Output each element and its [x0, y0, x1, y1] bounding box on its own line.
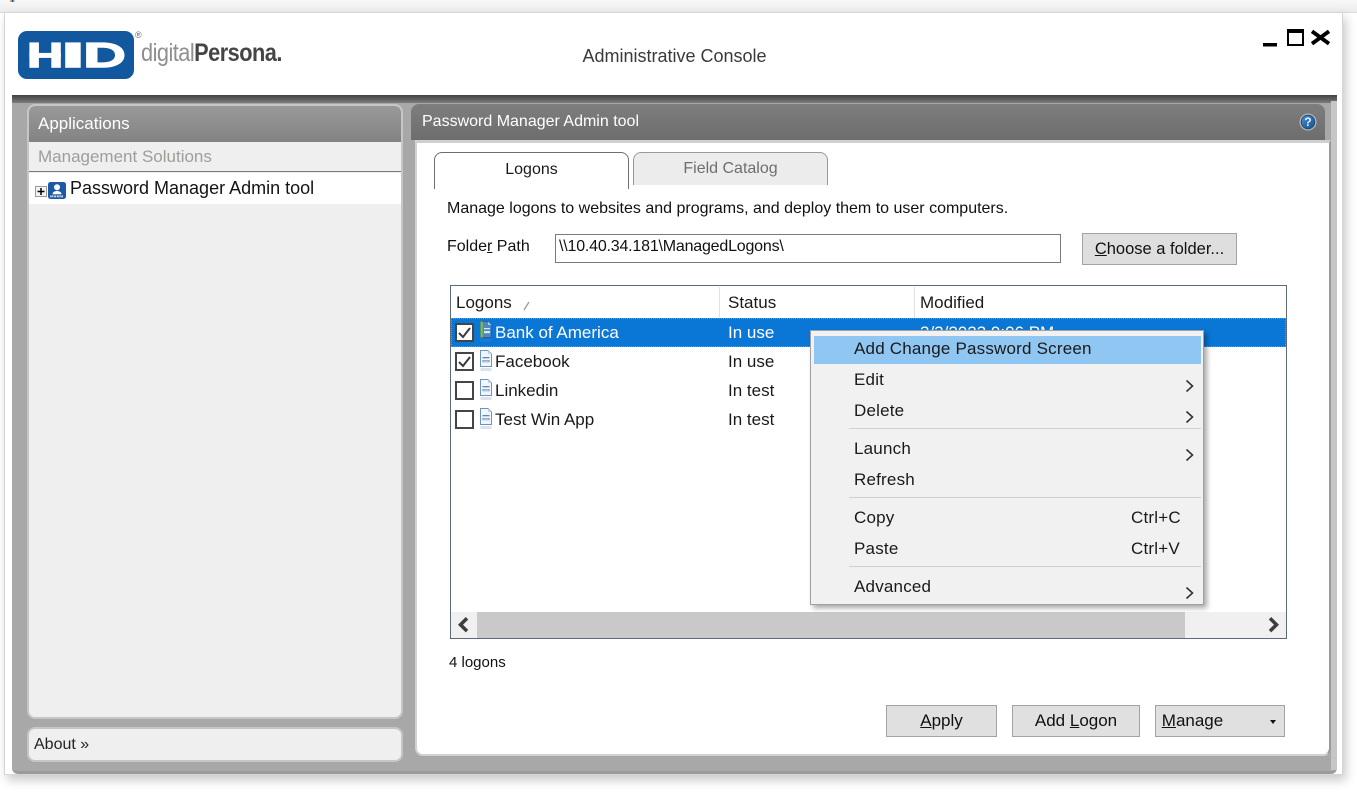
svg-text:?: ? — [1304, 115, 1311, 129]
